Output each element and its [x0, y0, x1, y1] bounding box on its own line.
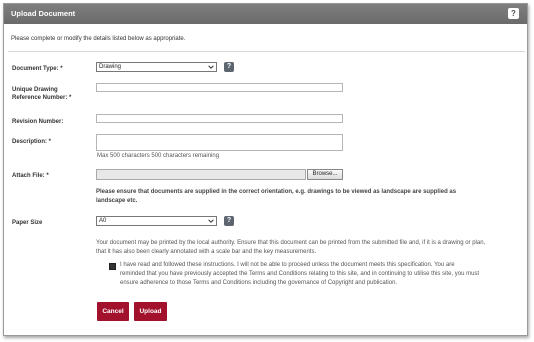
- upload-button[interactable]: Upload: [134, 302, 167, 321]
- upload-document-dialog: Upload Document ? Please complete or mod…: [3, 3, 528, 336]
- browse-button[interactable]: Browse...: [307, 169, 343, 180]
- document-type-select[interactable]: Drawing: [96, 62, 217, 72]
- confirmation-text-line1: I have read and followed these instructi…: [120, 262, 455, 268]
- attach-file-label: Attach File: *: [12, 173, 49, 179]
- help-icon[interactable]: ?: [508, 8, 519, 19]
- chevron-down-icon: [208, 219, 214, 223]
- unique-reference-label-line2: Reference Number: *: [12, 95, 72, 101]
- attach-file-path-field[interactable]: [96, 169, 306, 180]
- chevron-down-icon: [208, 65, 214, 69]
- description-char-counter: Max 500 characters 500 characters remain…: [97, 153, 220, 159]
- revision-number-input[interactable]: [96, 114, 343, 123]
- unique-reference-label-line1: Unique Drawing: [12, 87, 58, 93]
- cancel-button[interactable]: Cancel: [97, 302, 129, 321]
- confirmation-text-line3: ensure adherence to those Terms and Cond…: [120, 280, 398, 286]
- confirmation-text-line2: reminded that you have previously accept…: [120, 271, 480, 277]
- description-label: Description: *: [12, 139, 52, 145]
- paper-size-help-icon[interactable]: ?: [224, 216, 234, 226]
- print-note-line1: Your document may be printed by the loca…: [96, 240, 486, 246]
- orientation-note-line1: Please ensure that documents are supplie…: [96, 189, 457, 195]
- description-textarea[interactable]: [96, 134, 343, 151]
- paper-size-select[interactable]: A0: [96, 216, 217, 226]
- print-note-line2: that it has also been clearly annotated …: [96, 249, 317, 255]
- document-type-help-icon[interactable]: ?: [224, 62, 234, 72]
- orientation-note-line2: landscape etc.: [96, 198, 138, 204]
- document-type-value: Drawing: [99, 64, 122, 70]
- confirmation-checkbox[interactable]: [109, 263, 116, 270]
- dialog-header: Upload Document ?: [4, 4, 527, 24]
- revision-number-label: Revision Number:: [12, 119, 64, 125]
- divider: [8, 51, 525, 52]
- paper-size-value: A0: [99, 218, 107, 224]
- unique-reference-input[interactable]: [96, 83, 343, 92]
- paper-size-label: Paper Size: [12, 220, 43, 226]
- dialog-title: Upload Document: [11, 9, 76, 18]
- document-type-label: Document Type: *: [12, 66, 63, 72]
- intro-text: Please complete or modify the details li…: [11, 36, 186, 42]
